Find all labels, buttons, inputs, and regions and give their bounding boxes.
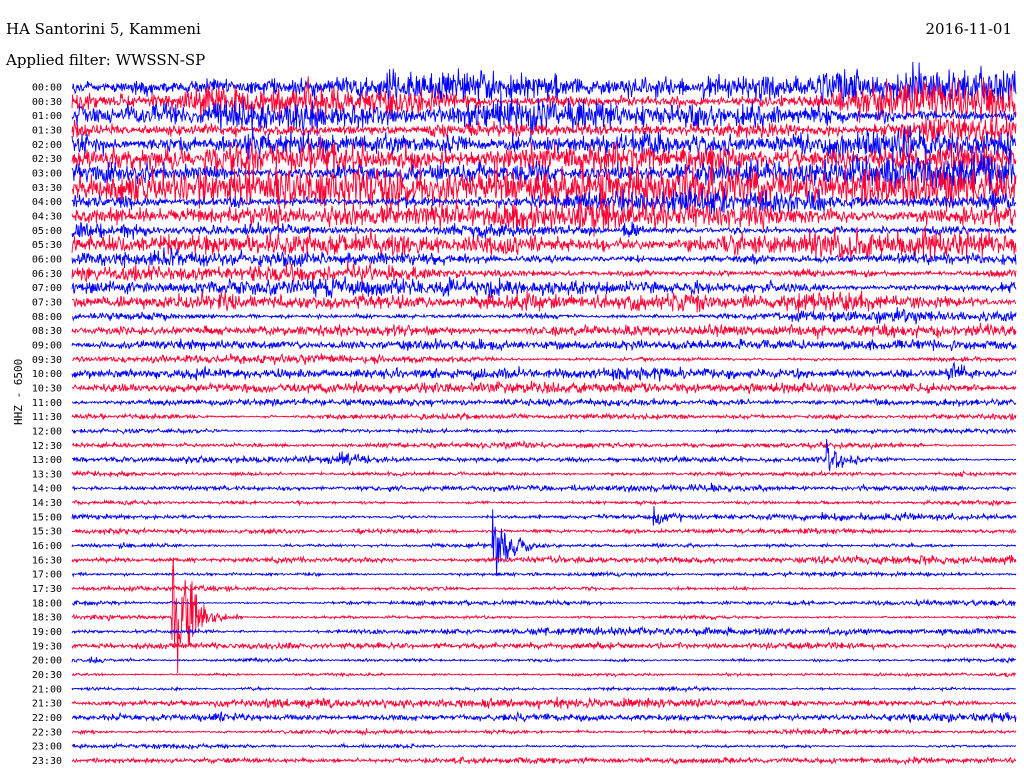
- row-time-label: 01:30: [32, 125, 62, 136]
- row-time-label: 08:00: [32, 312, 62, 323]
- row-time-label: 21:00: [32, 684, 62, 695]
- row-time-label: 16:30: [32, 555, 62, 566]
- row-time-label: 03:00: [32, 168, 62, 179]
- row-time-label: 12:00: [32, 426, 62, 437]
- row-time-label: 02:00: [32, 140, 62, 151]
- trace-line: [71, 396, 1017, 408]
- row-time-label: 14:30: [32, 498, 62, 509]
- row-time-label: 09:00: [32, 340, 62, 351]
- row-time-label: 11:00: [32, 398, 62, 409]
- trace-line: [71, 625, 1017, 637]
- row-time-label: 05:30: [32, 240, 62, 251]
- row-time-label: 17:30: [32, 584, 62, 595]
- trace-line: [71, 656, 1017, 664]
- row-time-label: 00:30: [32, 97, 62, 108]
- trace-line: [71, 260, 1017, 284]
- row-time-label: 02:30: [32, 154, 62, 165]
- row-time-label: 15:30: [32, 527, 62, 538]
- row-time-label: 00:00: [32, 83, 62, 94]
- row-time-label: 21:30: [32, 699, 62, 710]
- trace-line: [71, 439, 1017, 451]
- trace-line: [71, 469, 1017, 479]
- trace-line: [71, 583, 1017, 594]
- row-time-label: 17:00: [32, 570, 62, 581]
- row-time-label: 06:30: [32, 269, 62, 280]
- trace-line: [71, 380, 1017, 395]
- row-time-label: 05:00: [32, 226, 62, 237]
- trace-group: [71, 61, 1017, 766]
- row-time-label: 13:30: [32, 469, 62, 480]
- row-time-label: 04:30: [32, 211, 62, 222]
- trace-line: [71, 710, 1017, 724]
- row-time-label: 19:30: [32, 641, 62, 652]
- row-time-label: 07:00: [32, 283, 62, 294]
- trace-line: [71, 307, 1017, 325]
- row-time-label: 19:00: [32, 627, 62, 638]
- row-time-label: 09:30: [32, 355, 62, 366]
- row-time-label: 18:00: [32, 598, 62, 609]
- trace-line: [71, 482, 1017, 494]
- row-time-label: 11:30: [32, 412, 62, 423]
- trace-line: [71, 685, 1016, 693]
- row-time-label: 13:00: [32, 455, 62, 466]
- row-time-label: 07:30: [32, 297, 62, 308]
- row-time-label: 23:30: [32, 756, 62, 767]
- trace-line: [71, 498, 1017, 508]
- trace-line: [72, 526, 1017, 536]
- trace-line: [71, 598, 1017, 607]
- trace-line: [71, 755, 1017, 766]
- trace-line: [71, 570, 1017, 579]
- trace-line: [71, 276, 1017, 299]
- time-tick-labels: 00:00 00:30 01:00 01:30 02:00 02:30 03:00 03:30…: [32, 83, 62, 768]
- row-time-label: 10:00: [32, 369, 62, 380]
- row-time-label: 22:00: [32, 713, 62, 724]
- seismogram-plot: 00:00 00:30 01:00 01:30 02:00 02:30 03:00 03:30…: [32, 61, 1017, 768]
- trace-line: [71, 361, 1017, 382]
- row-time-label: 16:00: [32, 541, 62, 552]
- trace-line: [71, 671, 1017, 678]
- trace-line: [71, 506, 1017, 526]
- row-time-label: 22:30: [32, 727, 62, 738]
- row-time-label: 20:30: [32, 670, 62, 681]
- row-time-label: 06:00: [32, 254, 62, 265]
- row-time-label: 12:30: [32, 441, 62, 452]
- row-time-label: 14:00: [32, 484, 62, 495]
- row-time-label: 04:00: [32, 197, 62, 208]
- row-time-label: 10:30: [32, 383, 62, 394]
- trace-line: [71, 338, 1017, 352]
- trace-line: [71, 742, 1017, 751]
- trace-line: [71, 426, 1017, 436]
- row-time-label: 18:30: [32, 613, 62, 624]
- trace-line: [71, 163, 1017, 213]
- trace-line: [71, 353, 1017, 366]
- trace-line: [71, 641, 1017, 651]
- row-time-label: 23:00: [32, 742, 62, 753]
- row-time-label: 03:30: [32, 183, 62, 194]
- row-time-label: 08:30: [32, 326, 62, 337]
- trace-line: [71, 557, 1017, 674]
- trace-line: [71, 411, 1017, 422]
- trace-line: [71, 322, 1017, 340]
- row-time-label: 01:00: [32, 111, 62, 122]
- trace-line: [71, 113, 1017, 145]
- trace-line: [71, 554, 1017, 566]
- row-time-label: 20:00: [32, 656, 62, 667]
- trace-line: [71, 727, 1017, 737]
- row-time-label: 15:00: [32, 512, 62, 523]
- trace-line: [71, 290, 1017, 314]
- trace-line: [71, 696, 1017, 711]
